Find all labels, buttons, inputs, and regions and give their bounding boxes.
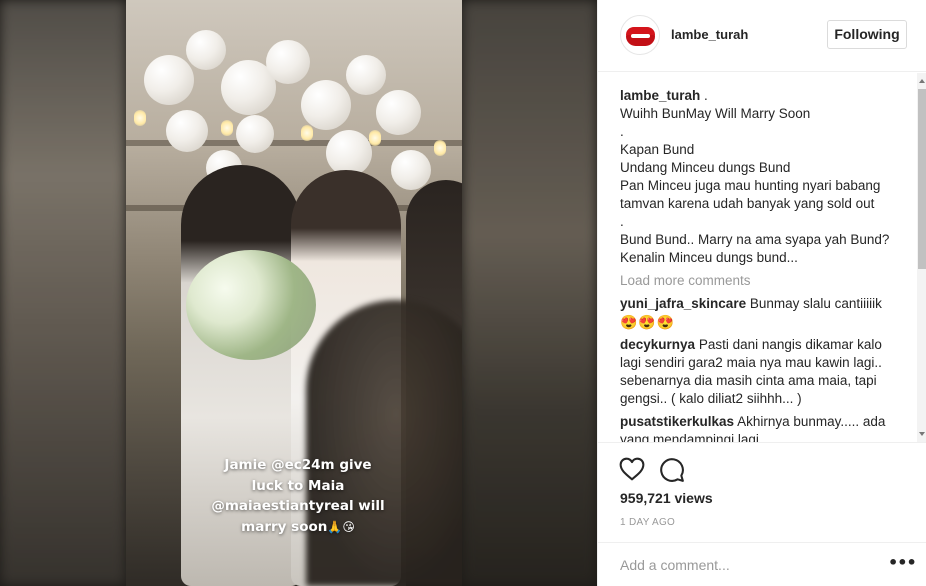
post-actions: 959,721 views 1 DAY AGO [598,442,926,542]
comments-list: lambe_turah . Wuihh BunMay Will Marry So… [620,87,905,442]
caption-line: Pan Minceu juga mau hunting nyari babang… [620,178,885,211]
story-caption: Jamie @ec24m give luck to Maia @maiaesti… [198,455,398,537]
comment-item: decykurnya Pasti dani nangis dikamar kal… [620,336,905,408]
caption-line: . [620,214,624,229]
caption-line: . [620,124,624,139]
balloon [301,80,351,130]
balloon [144,55,194,105]
blurred-background-left [0,0,126,586]
caption-line: Bund Bund.. Marry na ama syapa yah Bund? [620,232,890,247]
story-caption-text: marry soon [241,518,328,535]
comment-username[interactable]: pusatstikerkulkas [620,414,734,429]
comment-username[interactable]: yuni_jafra_skincare [620,296,746,311]
balloon [166,110,208,152]
heart-icon[interactable] [619,457,645,481]
post-details-panel: lambe_turah Following lambe_turah . Wuih… [597,0,926,586]
load-more-comments-link[interactable]: Load more comments [620,272,905,290]
post-media[interactable]: Jamie @ec24m give luck to Maia @maiaesti… [0,0,597,586]
header-username[interactable]: lambe_turah [671,27,748,42]
flower-bouquet [186,250,316,360]
light-bulb [434,140,446,156]
comment-item: pusatstikerkulkas Akhirnya bunmay..... a… [620,413,905,442]
comment-item: yuni_jafra_skincare Bunmay slalu cantiii… [620,295,905,331]
light-bulb [221,120,233,136]
story-caption-line: Jamie @ec24m give [224,457,372,473]
scrollbar-thumb[interactable] [918,89,926,269]
balloon [236,115,274,153]
add-comment-input[interactable] [620,555,880,575]
light-bulb [301,125,313,141]
lips-logo-teeth [631,34,650,38]
caption-line: . [704,88,708,103]
caption-line: Kenalin Minceu dungs bund... [620,250,798,265]
comment-username[interactable]: decykurnya [620,337,695,352]
balloon [376,90,421,135]
caption-line: Kapan Bund [620,142,695,157]
comment-emojis: 😍😍😍 [620,314,676,330]
following-button[interactable]: Following [827,20,907,49]
foreground-figure [306,300,462,586]
scroll-down-arrow-icon[interactable] [919,432,925,436]
caption: lambe_turah . Wuihh BunMay Will Marry So… [620,87,905,267]
avatar[interactable] [620,15,660,55]
more-options-icon[interactable]: ••• [888,553,917,575]
add-comment-bar: ••• [598,542,926,586]
balloon [186,30,226,70]
comments-section: lambe_turah . Wuihh BunMay Will Marry So… [598,73,926,442]
video-frame[interactable]: Jamie @ec24m give luck to Maia @maiaesti… [126,0,462,586]
comments-scrollbar[interactable] [917,73,926,442]
story-caption-line: @maiaestiantyreal will [211,498,385,514]
light-bulb [134,110,146,126]
light-bulb [369,130,381,146]
story-caption-line: marry soon🙏😘 [198,517,398,538]
caption-line: Wuihh BunMay Will Marry Soon [620,106,811,121]
caption-username[interactable]: lambe_turah [620,88,700,103]
story-caption-emojis: 🙏😘 [327,519,355,534]
post-timestamp[interactable]: 1 DAY AGO [620,517,675,528]
caption-line: Undang Minceu dungs Bund [620,160,791,175]
post-header: lambe_turah Following [598,0,926,72]
balloon [391,150,431,190]
view-count[interactable]: 959,721 views [620,490,713,506]
balloon [346,55,386,95]
balloon [266,40,310,84]
comment-text: Bunmay slalu cantiiiiik [749,296,882,311]
story-caption-line: luck to Maia [251,477,345,494]
blurred-background-right [462,0,597,586]
scroll-up-arrow-icon[interactable] [919,79,925,83]
comment-icon[interactable] [659,457,685,483]
